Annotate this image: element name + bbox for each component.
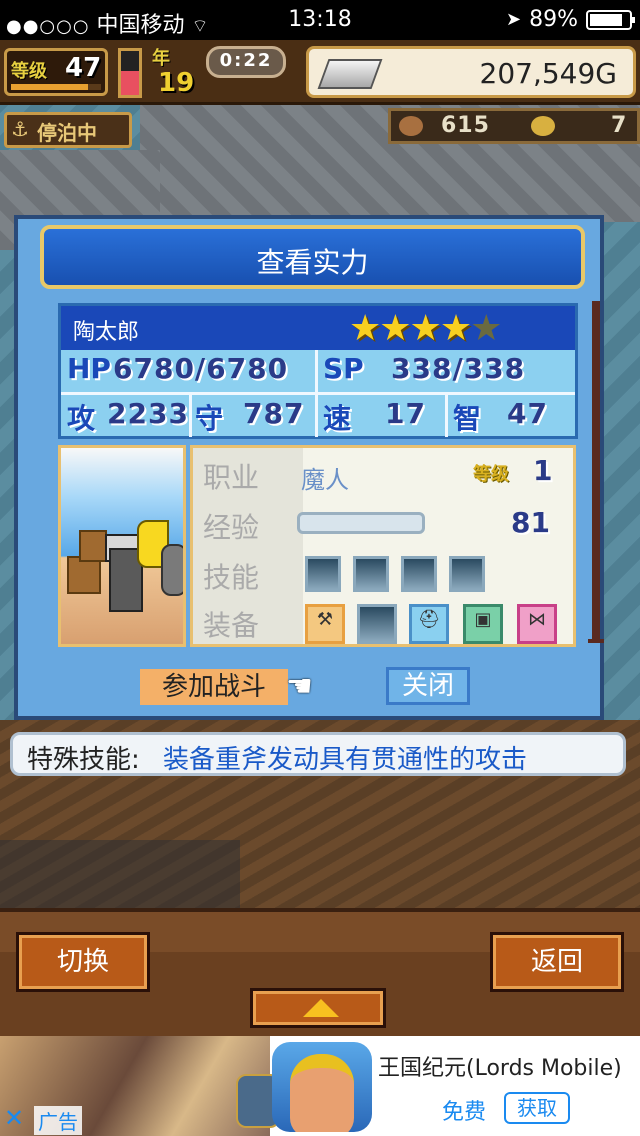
fish-count: 615 — [441, 113, 490, 138]
anchor-icon: ⚓ — [11, 117, 29, 141]
money-box[interactable]: 207,549G — [306, 46, 636, 98]
fish-icon — [399, 116, 423, 136]
status-bar: ●●○○○ 中国移动 ⌔ 13:18 ➤ 89% — [0, 0, 640, 40]
info-panel: 职业 魔人 等级 1 经验 81 技能 装备 ⚒ ⛑ ▣ ⋈ — [190, 445, 576, 647]
equip-slot-armor[interactable]: ▣ — [463, 604, 503, 644]
switch-button[interactable]: 切换 — [16, 932, 150, 992]
close-button[interactable]: 关闭 — [386, 667, 470, 705]
docked-label: 停泊中 — [37, 121, 97, 145]
coin-icon — [531, 116, 555, 136]
player-level-box[interactable]: 等级 47 — [4, 48, 108, 96]
level-progress-bar — [11, 84, 101, 90]
join-battle-button[interactable]: 参加战斗 — [140, 669, 288, 705]
battery-percent: 89% — [529, 7, 578, 32]
special-skill-label: 特殊技能: — [27, 745, 140, 775]
equip-slot-accessory[interactable]: ⋈ — [517, 604, 557, 644]
atk-label: 攻 — [67, 402, 96, 435]
sp-label: SP — [323, 352, 364, 385]
exp-value: 81 — [511, 506, 550, 539]
hp-label: HP — [67, 352, 111, 385]
money-amount: 207,549G — [479, 57, 617, 90]
year-box: 年 19 — [150, 44, 202, 100]
crate-icon — [79, 530, 107, 562]
app-icon[interactable] — [272, 1042, 372, 1132]
equip-label: 装备 — [203, 609, 260, 642]
game-hud: 等级 47 年 19 0:22 207,549G — [0, 40, 640, 105]
character-name: 陶太郎 — [73, 320, 140, 345]
job-label: 职业 — [203, 461, 260, 494]
hp-sp-row: HP 6780/6780 SP 338/338 — [61, 350, 575, 395]
def-label: 守 — [195, 402, 224, 435]
skill-slot-2[interactable] — [353, 556, 389, 592]
job-level-value: 1 — [533, 454, 553, 487]
skill-slot-4[interactable] — [449, 556, 485, 592]
helmet-icon: ⛑ — [417, 609, 441, 630]
up-arrow-icon — [303, 999, 339, 1017]
star-filled-icons: ★★★★ — [349, 308, 472, 349]
dialog-title-bar: 查看实力 — [40, 225, 585, 289]
name-row: 陶太郎 ★★★★★ — [61, 306, 575, 350]
equip-slot-empty[interactable] — [357, 604, 397, 644]
bottom-control-bar: 切换 返回 — [0, 908, 640, 1040]
special-skill-banner: 特殊技能: 装备重斧发动具有贯通性的攻击 — [10, 732, 626, 776]
character-portrait — [58, 445, 186, 647]
coin-count: 7 — [611, 113, 628, 138]
year-label: 年 — [152, 48, 170, 69]
timer-box: 0:22 — [206, 46, 286, 78]
rank-stars: ★★★★★ — [349, 308, 502, 349]
atk-value: 2233 — [107, 397, 189, 430]
location-icon: ➤ — [506, 9, 522, 30]
ad-tag: 广告 — [34, 1106, 82, 1135]
docked-status[interactable]: ⚓ 停泊中 — [4, 112, 132, 148]
job-level-label: 等级 — [473, 464, 509, 485]
sp-value: 338/338 — [391, 352, 526, 385]
int-label: 智 — [453, 402, 482, 435]
axe-icon: ⚒ — [316, 609, 334, 630]
club-sprite-icon — [161, 544, 183, 596]
pointing-hand-icon: ☚ — [286, 669, 313, 704]
harbor-shadow — [0, 840, 240, 910]
expand-menu-button[interactable] — [250, 988, 386, 1028]
battery-icon — [586, 9, 635, 30]
resource-bar: 615 7 — [388, 108, 640, 144]
ribbon-icon: ⋈ — [528, 609, 546, 630]
player-level: 47 — [65, 53, 102, 83]
stats-panel: 陶太郎 ★★★★★ HP 6780/6780 SP 338/338 攻 2233… — [58, 303, 578, 439]
exp-label: 经验 — [203, 511, 260, 544]
year-value: 19 — [158, 68, 195, 98]
view-strength-dialog: 查看实力 陶太郎 ★★★★★ HP 6780/6780 SP 338/338 攻… — [14, 215, 604, 720]
scrollbar[interactable] — [592, 301, 600, 641]
job-value: 魔人 — [301, 466, 349, 494]
star-empty-icon: ★ — [470, 308, 502, 349]
skill-slot-1[interactable] — [305, 556, 341, 592]
get-app-button[interactable]: 获取 — [504, 1092, 570, 1124]
spd-label: 速 — [323, 402, 352, 435]
dialog-title: 查看实力 — [256, 246, 369, 279]
level-label: 等级 — [11, 61, 47, 82]
equip-slot-helmet[interactable]: ⛑ — [409, 604, 449, 644]
silver-bar-icon — [317, 59, 383, 89]
ad-banner[interactable]: 王国纪元(Lords Mobile) 免费 获取 ✕ 广告 — [0, 1036, 640, 1136]
armor-icon: ▣ — [474, 609, 492, 630]
scrollbar-end — [588, 639, 604, 643]
ad-app-title: 王国纪元(Lords Mobile) — [378, 1056, 622, 1081]
attribute-row: 攻 2233 守 787 速 17 智 47 — [61, 395, 575, 437]
back-button[interactable]: 返回 — [490, 932, 624, 992]
ad-price: 免费 — [442, 1100, 487, 1125]
spd-value: 17 — [385, 397, 426, 430]
timer: 0:22 — [219, 50, 273, 71]
int-value: 47 — [507, 397, 548, 430]
skill-label: 技能 — [203, 561, 260, 594]
exp-progress-bar — [297, 512, 425, 534]
skill-slot-3[interactable] — [401, 556, 437, 592]
special-skill-description: 装备重斧发动具有贯通性的攻击 — [163, 745, 528, 775]
def-value: 787 — [243, 397, 305, 430]
hp-value: 6780/6780 — [113, 352, 289, 385]
hero-face-icon — [290, 1054, 354, 1132]
energy-meter — [118, 48, 142, 98]
equip-slot-axe[interactable]: ⚒ — [305, 604, 345, 644]
close-ad-icon[interactable]: ✕ — [4, 1104, 24, 1132]
